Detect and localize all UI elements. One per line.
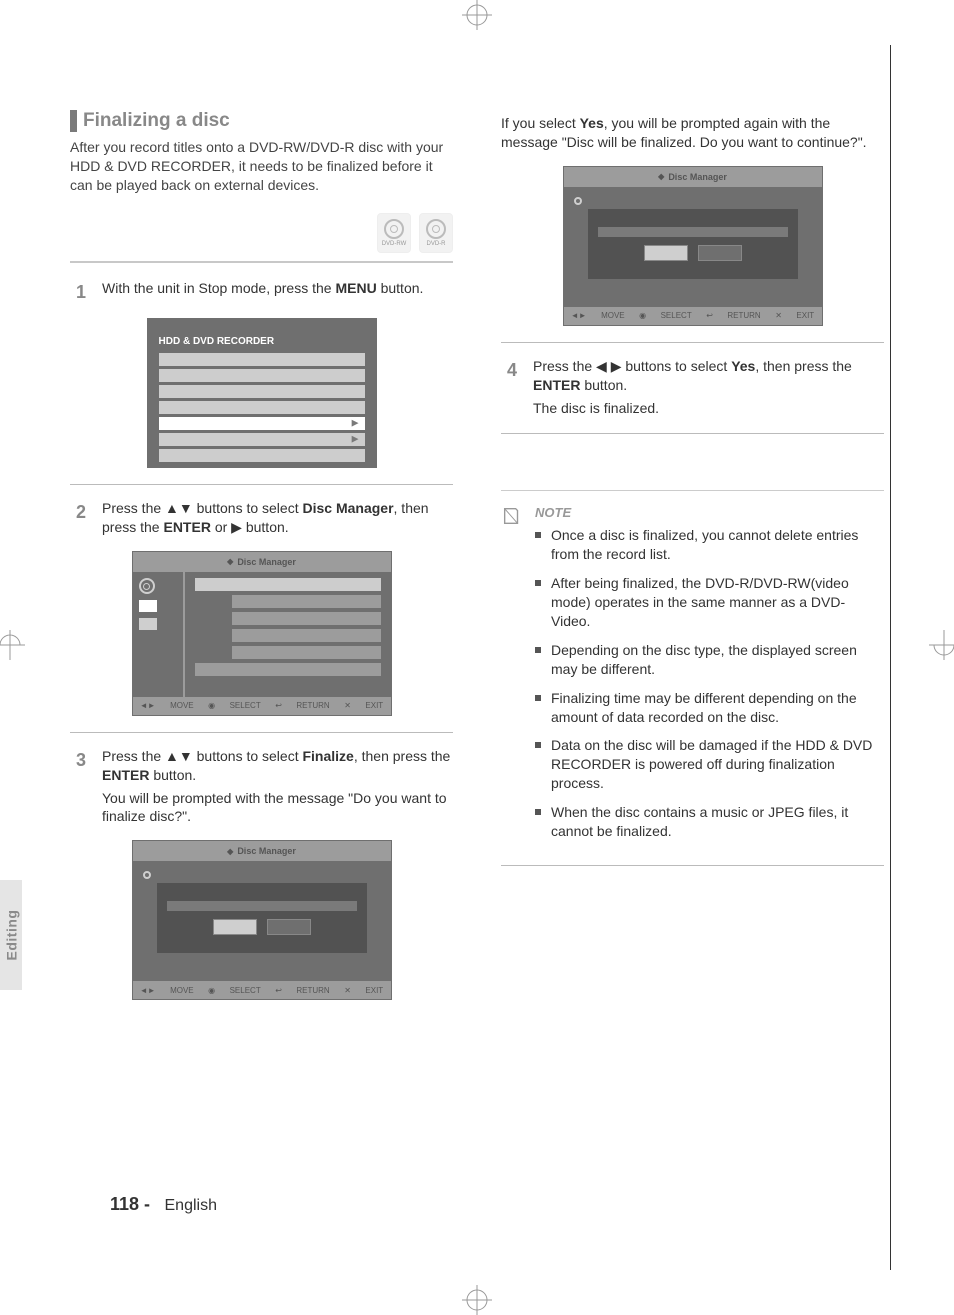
step-text: Press the ▲▼ buttons to select Finalize,…	[102, 747, 453, 785]
step-number: 1	[70, 280, 92, 304]
note-item: Depending on the disc type, the displaye…	[535, 641, 884, 679]
step-4-continuation: If you select Yes, you will be prompted …	[501, 114, 884, 326]
intro-paragraph: After you record titles onto a DVD-RW/DV…	[70, 138, 453, 195]
step-2: 2 Press the ▲▼ buttons to select Disc Ma…	[70, 499, 453, 716]
note-block: NOTE Once a disc is finalized, you canno…	[501, 505, 884, 850]
screenshot-disc-manager: ◆Disc Manager	[132, 551, 392, 716]
heading-accent	[70, 110, 77, 132]
step-number: 3	[70, 748, 92, 772]
step-1: 1 With the unit in Stop mode, press the …	[70, 279, 453, 468]
note-item: After being finalized, the DVD-R/DVD-RW(…	[535, 574, 884, 631]
step-number: 2	[70, 500, 92, 524]
step-text: Press the ◀ ▶ buttons to select Yes, the…	[533, 357, 884, 395]
heading-text: Finalizing a disc	[83, 110, 230, 132]
disc-compatibility-icons: DVD-RW DVD-R	[70, 213, 453, 253]
dvd-r-icon: DVD-R	[419, 213, 453, 253]
section-tab: Editing	[0, 880, 22, 990]
page-footer: 118 - English	[110, 1194, 217, 1215]
page-language: English	[165, 1197, 217, 1214]
divider	[70, 261, 453, 263]
step-3: 3 Press the ▲▼ buttons to select Finaliz…	[70, 747, 453, 1001]
step-after: The disc is finalized.	[533, 399, 884, 418]
note-icon	[501, 505, 523, 850]
step-after: You will be prompted with the message "D…	[102, 789, 453, 827]
page-number: 118 -	[110, 1194, 150, 1214]
screenshot-finalize-confirm: ◆Disc Manager ◄►MOVE ◉SEL	[132, 840, 392, 1000]
note-item: Once a disc is finalized, you cannot del…	[535, 526, 884, 564]
note-item: When the disc contains a music or JPEG f…	[535, 803, 884, 841]
screenshot-main-menu: HDD & DVD RECORDER ▶ ▶	[147, 318, 377, 468]
step-5: 4 Press the ◀ ▶ buttons to select Yes, t…	[501, 357, 884, 418]
section-tab-label: Editing	[3, 910, 19, 961]
note-label: NOTE	[535, 505, 884, 520]
note-item: Finalizing time may be different dependi…	[535, 689, 884, 727]
dvd-rw-icon: DVD-RW	[377, 213, 411, 253]
step-text: Press the ▲▼ buttons to select Disc Mana…	[102, 499, 453, 537]
page-heading: Finalizing a disc	[70, 110, 453, 132]
screenshot-finalize-continue: ◆Disc Manager ◄►MOVE ◉SEL	[563, 166, 823, 326]
note-item: Data on the disc will be damaged if the …	[535, 736, 884, 793]
step-number: 4	[501, 358, 523, 382]
note-list: Once a disc is finalized, you cannot del…	[535, 526, 884, 840]
step-text: With the unit in Stop mode, press the ME…	[102, 279, 423, 298]
